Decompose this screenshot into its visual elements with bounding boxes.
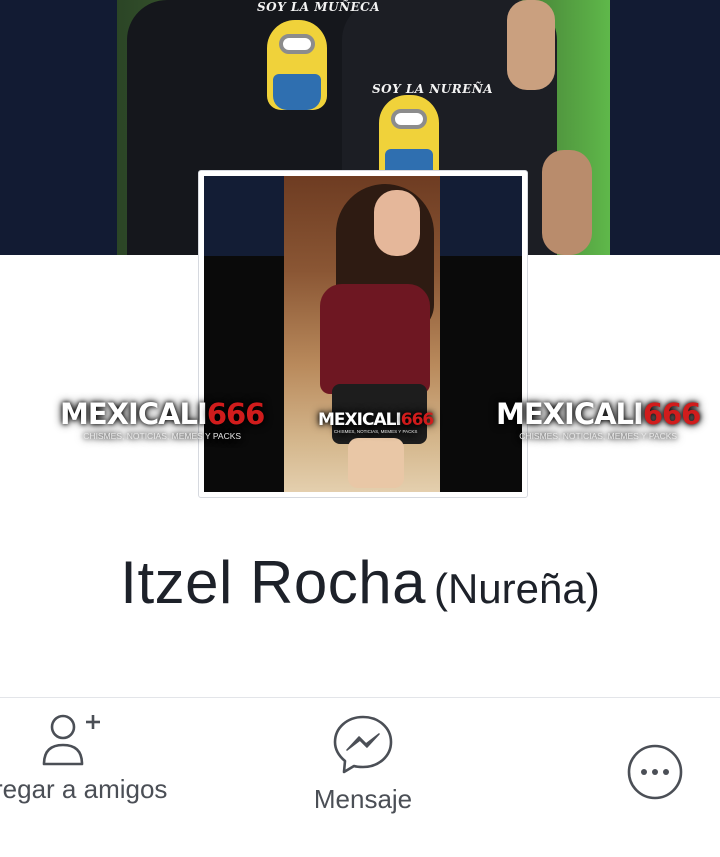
photo-top <box>320 284 430 394</box>
shirt-print-text: SOY LA NUREÑA <box>372 82 494 96</box>
profile-alternate-name: (Nureña) <box>433 565 600 612</box>
add-friend-button[interactable]: regar a amigos <box>0 712 190 805</box>
shirt-print-text: SOY LA MUÑECA <box>257 0 381 14</box>
messenger-icon <box>333 715 393 774</box>
profile-photo <box>284 176 440 492</box>
profile-name: Itzel Rocha <box>120 549 426 616</box>
watermark-logo: MEXICALI666 CHISMES, NOTICIAS, MEMES Y P… <box>318 410 434 434</box>
add-friend-label: regar a amigos <box>0 774 168 804</box>
cover-arm <box>507 0 555 90</box>
message-button[interactable]: Mensaje <box>300 712 426 815</box>
watermark-logo: MEXICALI666 CHISMES, NOTICIAS, MEMES Y P… <box>496 397 701 441</box>
minion-shirt-print <box>267 20 327 110</box>
message-label: Mensaje <box>313 784 413 814</box>
more-options-icon <box>627 744 683 800</box>
add-friend-icon <box>42 714 100 766</box>
watermark-logo: MEXICALI666 CHISMES, NOTICIAS, MEMES Y P… <box>60 397 265 441</box>
photo-face <box>374 190 420 256</box>
more-options-button[interactable] <box>626 743 684 801</box>
profile-picture-image <box>204 176 522 492</box>
photo-legs <box>348 438 404 488</box>
divider <box>0 697 720 698</box>
profile-picture[interactable] <box>198 170 528 498</box>
profile-name-row: Itzel Rocha (Nureña) <box>0 548 720 617</box>
cover-arm <box>542 150 592 255</box>
